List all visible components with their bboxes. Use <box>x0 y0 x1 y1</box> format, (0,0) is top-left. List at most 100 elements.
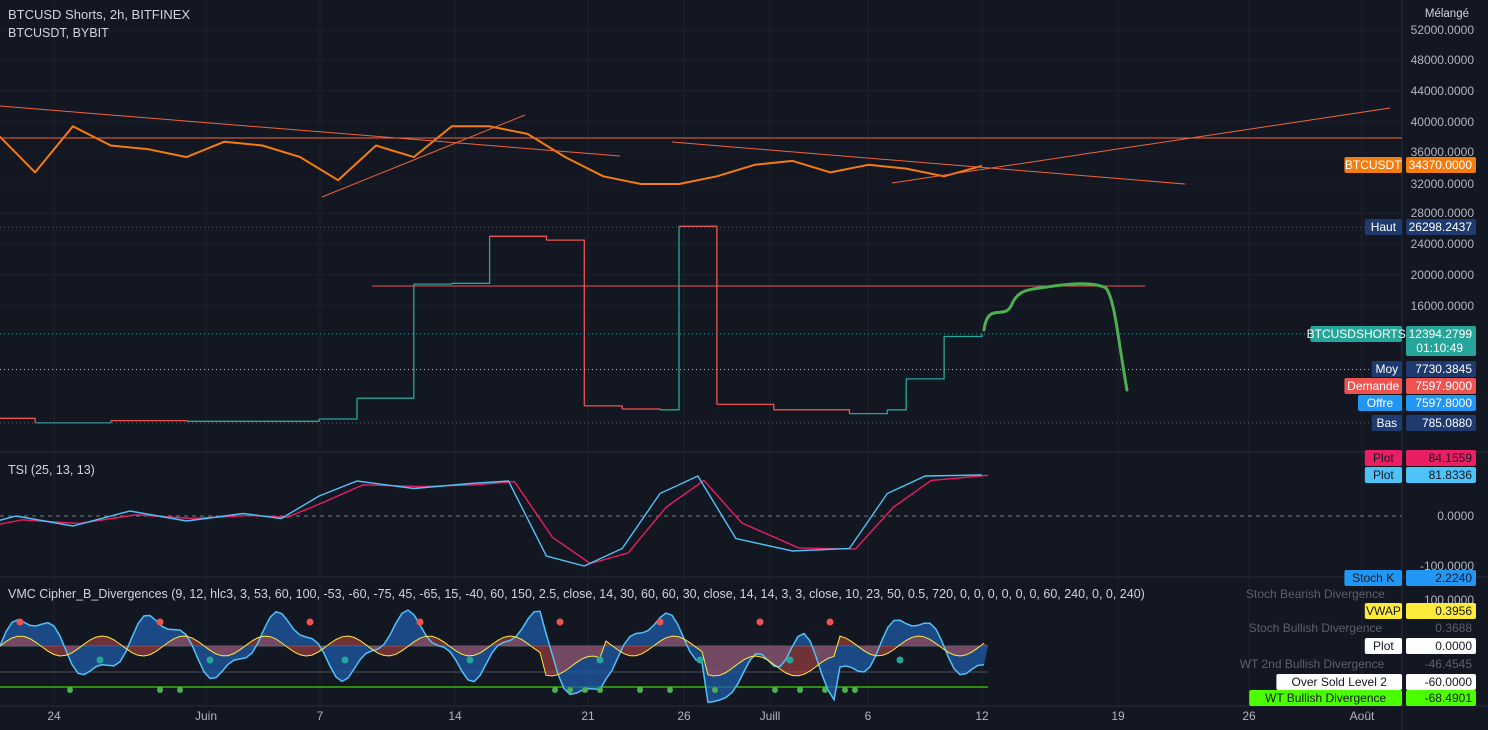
main-legend-symbol[interactable]: BTCUSD Shorts, 2h, BITFINEX <box>8 7 190 22</box>
price-tag-label: Moy <box>1375 362 1398 376</box>
vmc-signal-dot <box>696 656 704 664</box>
shorts-step-segment[interactable] <box>887 378 907 411</box>
shorts-step-segment[interactable] <box>660 226 680 411</box>
trend-line <box>321 114 526 198</box>
price-axis-label: 44000.0000 <box>1411 84 1475 98</box>
time-axis-label: 6 <box>865 709 872 723</box>
price-tag-value: 26298.2437 <box>1409 220 1473 234</box>
price-axis-label: 52000.0000 <box>1411 23 1475 37</box>
time-axis-label: 24 <box>47 709 61 723</box>
vmc-tag-value: 0.3688 <box>1435 621 1472 635</box>
price-axis-label: 36000.0000 <box>1411 145 1475 159</box>
vmc-bullish-dot <box>712 687 718 693</box>
tsi-axis-label: 0.0000 <box>1437 509 1474 523</box>
time-axis-label: 26 <box>677 709 691 723</box>
shorts-step-segment[interactable] <box>716 403 775 410</box>
shorts-step-segment[interactable] <box>622 408 661 410</box>
vmc-signal-dot <box>466 656 474 664</box>
price-axis-label: 28000.0000 <box>1411 206 1475 220</box>
vmc-signal-dot <box>156 618 164 626</box>
vmc-signal-dot <box>416 618 424 626</box>
vmc-signal-dot <box>596 656 604 664</box>
trend-line <box>0 105 621 157</box>
price-tag-label: Demande <box>1347 379 1399 393</box>
vmc-tag-label: WT Bullish Divergence <box>1265 691 1386 705</box>
time-axis-label: 14 <box>448 709 462 723</box>
tsi-line[interactable] <box>0 474 983 567</box>
hand-drawn-projection[interactable] <box>982 282 1129 392</box>
price-pane[interactable] <box>0 105 1402 424</box>
time-axis-label: Août <box>1350 709 1375 723</box>
price-tag-label: Bas <box>1376 416 1397 430</box>
shorts-step-segment[interactable] <box>906 336 945 380</box>
time-axis-label: 7 <box>317 709 324 723</box>
vmc-signal-dot <box>756 618 764 626</box>
vmc-bullish-dot <box>842 687 848 693</box>
shorts-step-segment[interactable] <box>679 225 718 405</box>
tsi-tag-label: Plot <box>1373 468 1394 482</box>
shorts-step-segment[interactable] <box>262 419 320 422</box>
vmc-signal-dot <box>306 618 314 626</box>
price-tag-label: BTCUSDSHORTS <box>1307 327 1406 341</box>
price-tag-value: 7730.3845 <box>1415 362 1472 376</box>
vmc-bullish-dot <box>177 687 183 693</box>
shorts-step-segment[interactable] <box>110 419 188 422</box>
tsi-signal-line[interactable] <box>0 474 989 565</box>
tsi-legend[interactable]: TSI (25, 13, 13) <box>8 463 95 477</box>
price-tag-label: BTCUSDT <box>1345 158 1402 172</box>
vmc-signal-dot <box>16 618 24 626</box>
vmc-tag-label: VWAP <box>1366 604 1401 618</box>
chart-canvas[interactable]: 24 Juin 7 14 21 26 Juill 6 12 19 26 Août 52000.0000 4… <box>0 0 1488 730</box>
vmc-signal-dot <box>556 618 564 626</box>
tsi-tag-value: 84.1559 <box>1429 451 1473 465</box>
vmc-wave-area[interactable] <box>0 610 988 703</box>
vmc-tag-label: WT 2nd Bullish Divergence <box>1240 657 1385 671</box>
tsi-tag-label: Plot <box>1373 451 1394 465</box>
vmc-tag-value: 0.0000 <box>1435 639 1472 653</box>
vmc-signal-dot <box>826 618 834 626</box>
time-axis-label: 19 <box>1111 709 1125 723</box>
shorts-step-segment[interactable] <box>489 235 548 241</box>
time-axis-label: 26 <box>1242 709 1256 723</box>
shorts-step-segment[interactable] <box>413 283 453 285</box>
btcusdt-line[interactable] <box>0 122 983 185</box>
main-legend-compare[interactable]: BTCUSDT, BYBIT <box>8 26 109 40</box>
vmc-tag-label: Stoch Bearish Divergence <box>1246 587 1385 601</box>
shorts-step-segment[interactable] <box>773 409 851 414</box>
price-tag-extra: 01:10:49 <box>1416 341 1463 355</box>
vmc-signal-dot <box>96 656 104 664</box>
price-tag-value: 12394.2799 <box>1409 327 1473 341</box>
price-axis-label: 24000.0000 <box>1411 237 1475 251</box>
vmc-tag-label: Over Sold Level 2 <box>1292 675 1388 689</box>
shorts-step-segment[interactable] <box>451 236 491 284</box>
shorts-step-segment[interactable] <box>0 417 36 423</box>
price-axis-label: 48000.0000 <box>1411 53 1475 67</box>
vmc-bullish-dot <box>552 687 558 693</box>
vmc-cipher-pane[interactable] <box>0 609 988 704</box>
scale-mode-button[interactable]: Mélangé <box>1419 6 1474 22</box>
vmc-tag-value: -60.0000 <box>1425 675 1473 689</box>
vmc-tag-label: Stoch K <box>1352 571 1394 585</box>
price-axis-label: 16000.0000 <box>1411 299 1475 313</box>
vmc-bullish-dot <box>597 687 603 693</box>
tsi-pane[interactable] <box>0 474 1402 567</box>
vmc-bullish-dot <box>772 687 778 693</box>
shorts-step-segment[interactable] <box>357 284 415 399</box>
shorts-step-segment[interactable] <box>319 398 358 420</box>
vmc-bullish-dot <box>637 687 643 693</box>
time-axis-label: 12 <box>975 709 989 723</box>
vmc-legend[interactable]: VMC Cipher_B_Divergences (9, 12, hlc3, 3… <box>8 587 1145 601</box>
vmc-bullish-dot <box>797 687 803 693</box>
time-axis-label: 21 <box>581 709 595 723</box>
price-axis-label: 40000.0000 <box>1411 115 1475 129</box>
vmc-signal-dot <box>656 618 664 626</box>
vmc-tag-label: Stoch Bullish Divergence <box>1249 621 1383 635</box>
price-tag-value: 7597.8000 <box>1415 396 1472 410</box>
vmc-bullish-dot <box>852 687 858 693</box>
vmc-signal-dot <box>206 656 214 664</box>
vmc-signal-dot <box>786 656 794 664</box>
shorts-step-segment[interactable] <box>546 239 585 406</box>
shorts-step-segment[interactable] <box>584 405 623 409</box>
vmc-bullish-dot <box>567 687 573 693</box>
vmc-bullish-dot <box>157 687 163 693</box>
